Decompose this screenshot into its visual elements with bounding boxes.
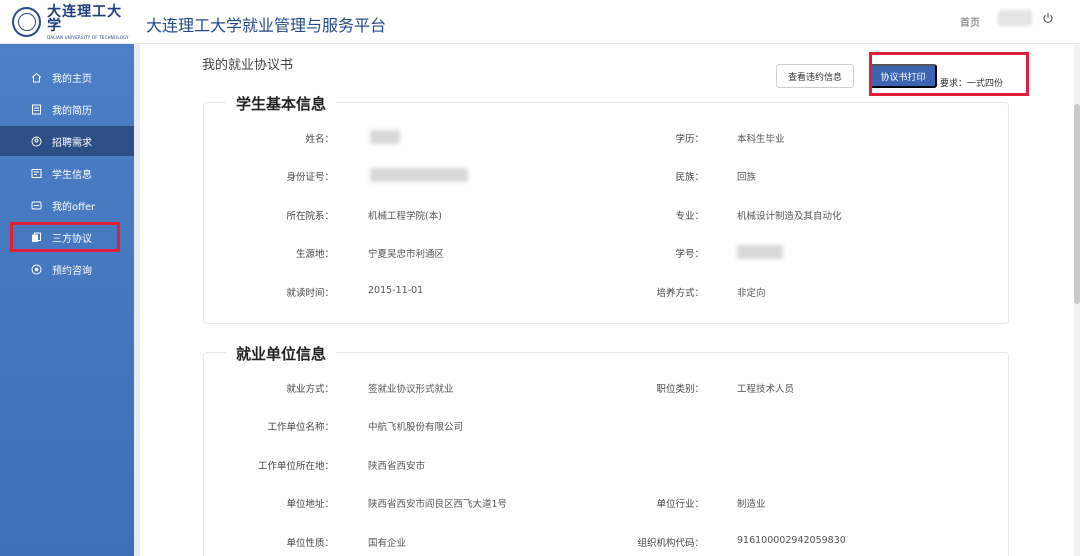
ethnicity-value: 回族 xyxy=(737,172,757,183)
sidebar-item-agreement[interactable]: 三方协议 xyxy=(10,222,120,252)
sidebar-item-label: 我的简历 xyxy=(52,105,92,117)
name-label: 姓名： xyxy=(305,134,334,145)
sidebar-item-resume[interactable]: 我的简历 xyxy=(0,94,134,124)
ethnicity-label: 民族： xyxy=(675,172,704,183)
university-logo[interactable]: 大连理工大学 DALIAN UNIVERSITY OF TECHNOLOGY xyxy=(0,0,134,44)
department-label: 所在院系： xyxy=(286,211,334,222)
sidebar-item-student-info[interactable]: 学生信息 xyxy=(0,158,134,188)
org-code-value: 916100002942059830 xyxy=(737,535,846,546)
student-id-label: 学号： xyxy=(675,249,704,260)
logo-english-name: DALIAN UNIVERSITY OF TECHNOLOGY xyxy=(47,34,129,40)
home-icon xyxy=(30,71,42,83)
student-info-icon xyxy=(30,167,42,179)
sidebar-item-recruitment[interactable]: 招聘需求 xyxy=(0,126,134,156)
main-content: 我的就业协议书 查看违约信息 协议书打印 要求：一式四份 学生基本信息 姓名： … xyxy=(140,44,1074,556)
logout-power-icon[interactable] xyxy=(1042,12,1054,24)
offer-icon xyxy=(30,199,42,211)
student-info-section: 学生基本信息 姓名： 身份证号： 所在院系： 机械工程学院(本) 生源地： 宁夏… xyxy=(203,93,1009,324)
employer-type-value: 国有企业 xyxy=(368,538,407,549)
origin-label: 生源地： xyxy=(295,249,334,260)
employer-address-label: 单位地址： xyxy=(286,499,334,510)
employer-address-value: 陕西省西安市阎良区西飞大道1号 xyxy=(368,499,508,510)
scrollbar-thumb[interactable] xyxy=(1074,104,1080,304)
sidebar: 我的主页 我的简历 招聘需求 学生信息 我的offer 三方协议 预约咨询 xyxy=(0,44,134,556)
recruit-icon xyxy=(30,135,42,147)
home-link[interactable]: 首页 xyxy=(960,14,980,29)
agreement-icon xyxy=(30,231,42,243)
vertical-scrollbar[interactable] xyxy=(1074,44,1080,556)
section-title: 就业单位信息 xyxy=(226,343,337,364)
employer-location-label: 工作单位所在地： xyxy=(257,461,334,472)
sidebar-item-consult[interactable]: 预约咨询 xyxy=(0,254,134,284)
department-value: 机械工程学院(本) xyxy=(368,211,442,222)
logo-text: 大连理工大学 DALIAN UNIVERSITY OF TECHNOLOGY xyxy=(47,5,134,40)
employment-method-value: 签就业协议形式就业 xyxy=(368,384,454,395)
id-number-label: 身份证号： xyxy=(286,172,334,183)
enrollment-date-label: 就读时间： xyxy=(286,288,334,299)
employment-method-label: 就业方式： xyxy=(286,384,334,395)
user-name-redacted[interactable] xyxy=(998,10,1032,26)
job-category-label: 职位类别： xyxy=(656,384,704,395)
education-label: 学历： xyxy=(675,134,704,145)
sidebar-item-offer[interactable]: 我的offer xyxy=(0,190,134,220)
sidebar-item-label: 三方协议 xyxy=(52,233,92,245)
sidebar-item-label: 我的主页 xyxy=(52,73,92,85)
university-seal-icon xyxy=(12,7,42,37)
resume-icon xyxy=(30,103,42,115)
employer-location-value: 陕西省西安市 xyxy=(368,461,426,472)
page-title: 我的就业协议书 xyxy=(202,58,294,73)
employer-type-label: 单位性质： xyxy=(286,538,334,549)
major-value: 机械设计制造及其自动化 xyxy=(737,211,842,222)
employer-info-section: 就业单位信息 就业方式： 签就业协议形式就业 工作单位名称： 中航飞机股份有限公… xyxy=(203,343,1009,556)
section-title: 学生基本信息 xyxy=(226,93,337,114)
industry-value: 制造业 xyxy=(737,499,766,510)
print-highlight-box xyxy=(869,52,1029,96)
consult-icon xyxy=(30,263,42,275)
top-bar: 大连理工大学 DALIAN UNIVERSITY OF TECHNOLOGY 大… xyxy=(0,0,1080,44)
job-category-value: 工程技术人员 xyxy=(737,384,795,395)
training-mode-value: 非定向 xyxy=(737,288,766,299)
logo-chinese-name: 大连理工大学 xyxy=(47,3,123,34)
industry-label: 单位行业： xyxy=(656,499,704,510)
view-violation-button[interactable]: 查看违约信息 xyxy=(776,64,854,88)
app-title: 大连理工大学就业管理与服务平台 xyxy=(146,16,387,35)
origin-value: 宁夏吴忠市利通区 xyxy=(368,249,445,260)
sidebar-item-home[interactable]: 我的主页 xyxy=(0,62,134,92)
sidebar-item-label: 学生信息 xyxy=(52,169,92,181)
sidebar-item-label: 预约咨询 xyxy=(52,265,92,277)
training-mode-label: 培养方式： xyxy=(656,288,704,299)
enrollment-date-value: 2015-11-01 xyxy=(368,285,424,296)
employer-name-label: 工作单位名称： xyxy=(267,422,334,433)
major-label: 专业： xyxy=(675,211,704,222)
student-id-value-redacted xyxy=(737,245,783,259)
sidebar-item-label: 我的offer xyxy=(52,201,96,213)
org-code-label: 组织机构代码： xyxy=(637,538,704,549)
id-number-value-redacted xyxy=(370,168,468,182)
sidebar-item-label: 招聘需求 xyxy=(52,137,92,149)
name-value-redacted xyxy=(370,130,400,144)
app-root: 大连理工大学 DALIAN UNIVERSITY OF TECHNOLOGY 大… xyxy=(0,0,1080,556)
education-value: 本科生毕业 xyxy=(737,134,785,145)
employer-name-value: 中航飞机股份有限公司 xyxy=(368,422,464,433)
